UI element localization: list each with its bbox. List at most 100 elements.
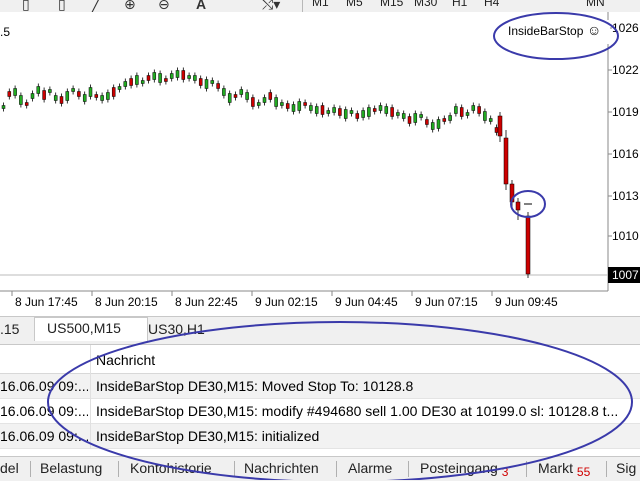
tab-trade[interactable]: del <box>0 460 19 476</box>
timeframe-m5[interactable]: M5 <box>346 0 363 9</box>
candle <box>465 112 470 116</box>
candle <box>372 108 377 112</box>
candle <box>158 73 162 83</box>
candle <box>117 86 122 90</box>
timeframe-h4[interactable]: H4 <box>484 0 499 9</box>
timeframe-h1[interactable]: H1 <box>452 0 467 9</box>
zoom-out-icon[interactable]: ⊖ <box>158 0 170 12</box>
candle <box>24 102 29 106</box>
candle <box>401 113 406 119</box>
candle <box>488 118 493 122</box>
candle <box>164 78 168 82</box>
tab-signals[interactable]: Sig <box>616 460 636 476</box>
tab-us30[interactable]: US30,H1 <box>148 319 228 339</box>
candle <box>483 111 487 121</box>
candle <box>419 114 423 118</box>
candle <box>100 95 104 101</box>
chart-bar-icon[interactable]: ▯ <box>22 0 30 12</box>
candle <box>390 107 394 117</box>
candle <box>274 97 278 107</box>
candle <box>111 87 116 97</box>
candle <box>280 102 284 106</box>
timeframe-m1[interactable]: M1 <box>312 0 329 9</box>
tab-exposure[interactable]: Belastung <box>40 460 102 476</box>
candle <box>53 95 58 101</box>
list-item[interactable]: 16.06.09 09:... InsideBarStop DE30,M15: … <box>0 424 640 449</box>
market-count-badge: 55 <box>576 465 591 479</box>
candle <box>94 94 99 98</box>
zoom-in-icon[interactable]: ⊕ <box>124 0 136 12</box>
column-header-message[interactable]: Nachricht <box>96 352 155 368</box>
tab-de30[interactable]: .15 <box>0 319 34 339</box>
tab-news[interactable]: Nachrichten <box>244 460 319 476</box>
symbol-corner-label: .5 <box>0 25 10 39</box>
candle <box>216 83 220 89</box>
candle <box>123 81 128 87</box>
candle <box>413 113 418 123</box>
price-axis-label: 1019 <box>612 105 639 119</box>
candle <box>494 127 499 133</box>
tab-alerts[interactable]: Alarme <box>348 460 392 476</box>
time-axis-label: 9 Jun 04:45 <box>335 295 398 309</box>
candle <box>477 106 481 114</box>
timeframe-m30[interactable]: M30 <box>414 0 437 9</box>
log-message: InsideBarStop DE30,M15: Moved Stop To: 1… <box>96 378 414 394</box>
candle <box>361 110 365 118</box>
candle <box>471 105 476 111</box>
candle <box>355 113 360 119</box>
smiley-icon[interactable]: ☺ <box>587 22 601 38</box>
tab-account-history[interactable]: Kontohistorie <box>130 460 212 476</box>
candle <box>303 102 307 106</box>
candle <box>19 95 23 105</box>
candle <box>525 215 531 275</box>
candle <box>442 118 447 122</box>
list-item[interactable]: 16.06.09 09:... InsideBarStop DE30,M15: … <box>0 399 640 424</box>
candle <box>187 75 191 79</box>
candle <box>332 107 336 113</box>
candle <box>88 87 93 97</box>
toolbar: ▯ ▯ ╱ ⊕ ⊖ A ⤭▾ M1 M5 M15 M30 H1 H4 MN <box>0 0 640 12</box>
candle <box>268 92 273 100</box>
candle <box>291 104 296 112</box>
log-time: 16.06.09 09:... <box>0 403 88 419</box>
candle <box>436 119 441 129</box>
candle <box>7 91 12 97</box>
candle <box>245 92 249 100</box>
candle <box>239 89 244 95</box>
tab-us500[interactable]: US500,M15 <box>34 317 148 341</box>
price-axis-label: 1016 <box>612 147 639 161</box>
price-axis-label: 1013 <box>612 189 639 203</box>
candle <box>48 89 52 93</box>
mailbox-count-badge: 3 <box>501 465 509 479</box>
candle <box>251 97 255 107</box>
current-price-label: 1007 <box>612 268 639 282</box>
tab-market[interactable]: Markt 55 <box>538 460 591 479</box>
candle <box>129 78 133 86</box>
candle <box>326 110 331 114</box>
candle <box>430 122 435 130</box>
candle <box>71 88 75 92</box>
candle <box>509 183 515 203</box>
candle <box>198 78 203 86</box>
terminal-tabs: del Belastung Kontohistorie Nachrichten … <box>0 456 640 481</box>
chart-candle-icon[interactable]: ▯ <box>58 0 66 12</box>
text-icon[interactable]: A <box>196 0 206 12</box>
timeframe-m15[interactable]: M15 <box>380 0 403 9</box>
candle <box>169 73 174 79</box>
list-item[interactable]: 16.06.09 09:... InsideBarStop DE30,M15: … <box>0 374 640 399</box>
timeframe-mn[interactable]: MN <box>586 0 605 9</box>
tab-market-label: Markt <box>538 460 573 476</box>
tab-mailbox[interactable]: Posteingang 3 <box>420 460 509 479</box>
chart-line-icon[interactable]: ╱ <box>92 0 100 12</box>
candle <box>82 94 87 102</box>
time-axis-label: 8 Jun 17:45 <box>15 295 78 309</box>
objects-icon[interactable]: ⤭▾ <box>262 0 280 12</box>
candle <box>204 79 209 89</box>
candle <box>459 107 464 117</box>
candle <box>193 75 197 81</box>
candle <box>59 96 64 104</box>
price-axis-label: 1010 <box>612 229 639 243</box>
price-chart[interactable]: .5 1026 1022 1019 1016 1013 1010 8 Jun 17:45 8… <box>0 12 640 316</box>
candle <box>222 88 226 96</box>
price-axis-label: 1026 <box>612 21 639 35</box>
